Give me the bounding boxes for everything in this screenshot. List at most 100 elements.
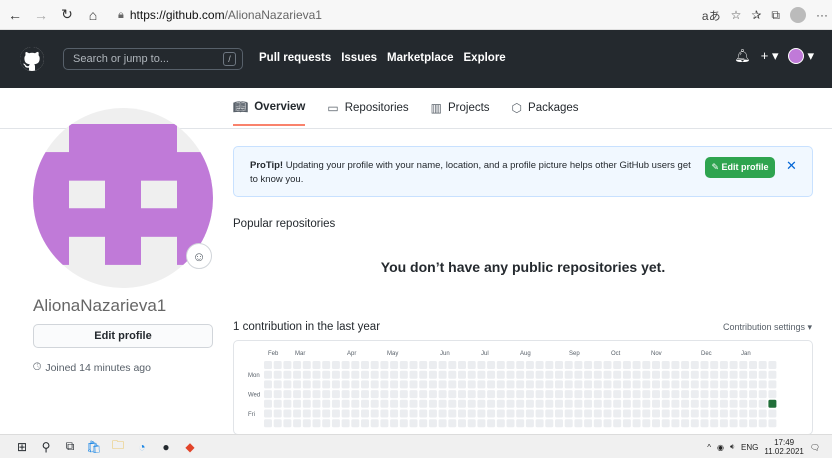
contribution-day[interactable] — [710, 370, 719, 379]
contribution-day[interactable] — [399, 380, 408, 389]
contribution-day[interactable] — [264, 419, 272, 428]
contribution-day[interactable] — [516, 419, 525, 428]
contribution-day[interactable] — [380, 370, 389, 379]
contribution-day[interactable] — [506, 380, 515, 389]
contribution-day[interactable] — [361, 380, 369, 389]
contribution-day[interactable] — [739, 361, 748, 369]
contribution-day[interactable] — [273, 419, 282, 428]
contribution-day[interactable] — [622, 370, 631, 379]
contribution-day[interactable] — [428, 419, 437, 428]
contribution-day[interactable] — [603, 380, 612, 389]
contribution-day[interactable] — [264, 370, 272, 379]
contribution-day[interactable] — [642, 419, 651, 428]
contribution-day[interactable] — [632, 409, 641, 418]
contribution-day[interactable] — [690, 419, 699, 428]
contribution-day[interactable] — [671, 361, 680, 369]
contribution-day[interactable] — [361, 399, 369, 408]
contribution-day[interactable] — [584, 361, 593, 369]
contribution-day[interactable] — [535, 409, 544, 418]
contribution-day[interactable] — [312, 390, 321, 399]
contribution-day[interactable] — [467, 390, 476, 399]
contribution-day[interactable] — [661, 419, 670, 428]
contribution-day[interactable] — [749, 409, 757, 418]
contribution-day[interactable] — [758, 419, 767, 428]
contribution-day[interactable] — [273, 399, 282, 408]
contribution-day[interactable] — [448, 419, 457, 428]
contribution-day[interactable] — [448, 390, 457, 399]
contribution-day[interactable] — [729, 409, 738, 418]
contribution-day[interactable] — [293, 419, 302, 428]
contribution-day[interactable] — [351, 370, 360, 379]
contribution-day[interactable] — [652, 380, 660, 389]
contribution-day[interactable] — [351, 409, 360, 418]
contribution-day[interactable] — [331, 361, 340, 369]
contribution-day[interactable] — [729, 399, 738, 408]
set-status-icon[interactable]: ☺ — [186, 243, 212, 269]
contribution-day[interactable] — [399, 399, 408, 408]
contribution-day[interactable] — [525, 419, 534, 428]
contribution-day[interactable] — [293, 399, 302, 408]
contribution-day[interactable] — [768, 399, 777, 408]
contribution-day[interactable] — [419, 409, 428, 418]
contribution-day[interactable] — [419, 380, 428, 389]
contribution-day[interactable] — [477, 409, 486, 418]
contribution-day[interactable] — [739, 390, 748, 399]
contribution-day[interactable] — [283, 409, 292, 418]
contribution-day[interactable] — [380, 399, 389, 408]
contribution-day[interactable] — [487, 419, 496, 428]
contribution-day[interactable] — [525, 370, 534, 379]
nav-issues[interactable]: Issues — [341, 52, 377, 64]
contribution-day[interactable] — [739, 380, 748, 389]
contribution-day[interactable] — [768, 419, 777, 428]
contribution-day[interactable] — [331, 380, 340, 389]
contribution-day[interactable] — [652, 409, 660, 418]
contribution-day[interactable] — [535, 399, 544, 408]
contribution-day[interactable] — [264, 361, 272, 369]
contribution-day[interactable] — [652, 370, 660, 379]
contribution-day[interactable] — [467, 361, 476, 369]
contribution-day[interactable] — [370, 380, 379, 389]
contribution-day[interactable] — [719, 380, 728, 389]
contribution-day[interactable] — [545, 409, 554, 418]
contribution-day[interactable] — [593, 390, 602, 399]
contribution-day[interactable] — [768, 390, 777, 399]
contribution-day[interactable] — [603, 399, 612, 408]
contribution-day[interactable] — [525, 361, 534, 369]
windows-start-icon[interactable]: ⊞ — [10, 435, 34, 459]
contribution-day[interactable] — [661, 390, 670, 399]
contribution-day[interactable] — [302, 399, 311, 408]
close-icon[interactable]: ✕ — [786, 158, 797, 174]
contribution-day[interactable] — [613, 361, 622, 369]
contribution-day[interactable] — [331, 370, 340, 379]
contribution-day[interactable] — [564, 390, 573, 399]
git-icon[interactable]: ◆ — [178, 435, 202, 459]
contribution-day[interactable] — [477, 380, 486, 389]
contribution-day[interactable] — [477, 370, 486, 379]
contribution-day[interactable] — [729, 370, 738, 379]
contribution-day[interactable] — [681, 419, 690, 428]
contribution-day[interactable] — [603, 390, 612, 399]
contribution-day[interactable] — [273, 409, 282, 418]
contribution-day[interactable] — [419, 399, 428, 408]
contribution-day[interactable] — [516, 409, 525, 418]
profile-icon[interactable] — [790, 7, 806, 23]
contribution-day[interactable] — [312, 361, 321, 369]
contribution-day[interactable] — [710, 409, 719, 418]
contribution-day[interactable] — [390, 399, 399, 408]
contribution-day[interactable] — [545, 419, 554, 428]
contribution-day[interactable] — [555, 361, 563, 369]
contribution-day[interactable] — [487, 380, 496, 389]
contribution-day[interactable] — [487, 409, 496, 418]
contribution-day[interactable] — [448, 409, 457, 418]
contribution-day[interactable] — [302, 380, 311, 389]
contribution-day[interactable] — [496, 361, 505, 369]
contribution-day[interactable] — [555, 390, 563, 399]
contribution-day[interactable] — [458, 380, 466, 389]
contribution-day[interactable] — [428, 399, 437, 408]
contribution-day[interactable] — [506, 370, 515, 379]
file-explorer-icon[interactable]: 🗀 — [106, 435, 130, 459]
contribution-day[interactable] — [652, 419, 660, 428]
contribution-day[interactable] — [399, 419, 408, 428]
contribution-day[interactable] — [719, 370, 728, 379]
contribution-day[interactable] — [564, 399, 573, 408]
